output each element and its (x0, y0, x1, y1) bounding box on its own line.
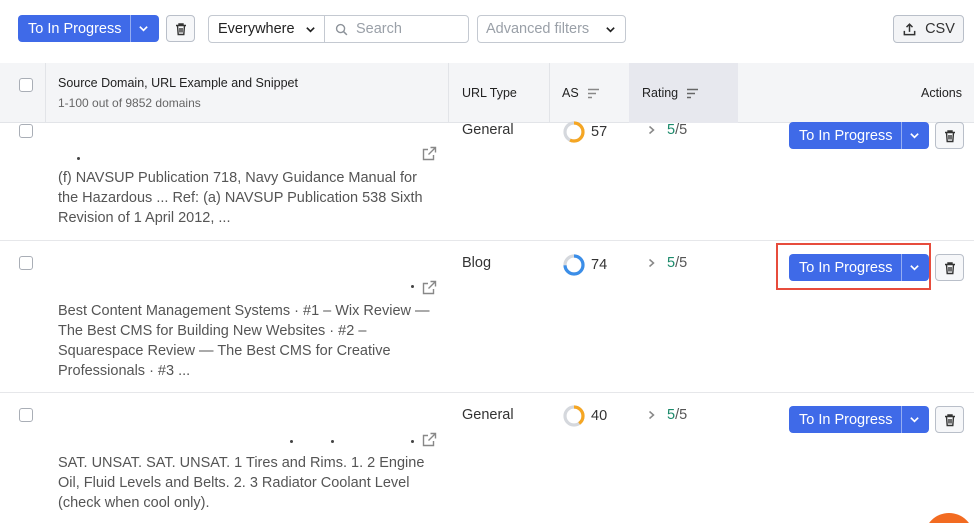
trash-icon (944, 413, 955, 426)
redacted-url (290, 440, 293, 443)
redacted-url (411, 285, 414, 288)
chevron-down-icon[interactable] (900, 122, 928, 149)
external-link-icon[interactable] (422, 432, 437, 447)
url-type: General (462, 122, 514, 138)
as-score: 57 (562, 120, 607, 144)
row-status-label[interactable]: To In Progress (789, 122, 901, 149)
actions-column-title: Actions (921, 86, 962, 100)
row-status-button[interactable]: To In Progress (789, 406, 929, 433)
sort-icon[interactable] (686, 88, 699, 99)
column-divider (45, 63, 46, 123)
row-checkbox[interactable] (19, 256, 33, 270)
trash-icon (944, 261, 955, 274)
upload-icon (903, 22, 916, 35)
chat-widget-button[interactable] (924, 513, 974, 523)
redacted-url (331, 440, 334, 443)
redacted-url (411, 440, 414, 443)
rating[interactable]: 5/5 (647, 122, 687, 138)
rating-value: 5 (667, 122, 676, 138)
rating-total: /5 (675, 407, 688, 423)
row-status-button[interactable]: To In Progress (789, 122, 929, 149)
actions-column-header: Actions (921, 63, 962, 123)
row-snippet: Best Content Management Systems · #1 – W… (58, 303, 430, 379)
export-csv-button[interactable]: CSV (893, 15, 964, 43)
source-column-header: Source Domain, URL Example and Snippet 1… (58, 63, 298, 123)
row-status-label[interactable]: To In Progress (789, 406, 901, 433)
chevron-right-icon[interactable] (647, 410, 656, 420)
row-delete-button[interactable] (935, 254, 964, 281)
scope-select[interactable]: Everywhere (208, 15, 325, 43)
export-csv-label: CSV (925, 21, 955, 37)
rating-column-header[interactable]: Rating (642, 63, 699, 123)
bulk-status-label[interactable]: To In Progress (18, 15, 130, 42)
column-divider (448, 63, 449, 123)
as-score: 74 (562, 253, 607, 277)
as-score: 40 (562, 404, 607, 428)
table-header: Source Domain, URL Example and Snippet 1… (0, 63, 974, 123)
advanced-filters-select[interactable]: Advanced filters (477, 15, 626, 43)
rating[interactable]: 5/5 (647, 255, 687, 271)
chevron-down-icon[interactable] (900, 406, 928, 433)
trash-icon (175, 22, 186, 35)
url-type-column-title: URL Type (462, 86, 517, 100)
row-delete-button[interactable] (935, 122, 964, 149)
external-link-icon[interactable] (422, 146, 437, 161)
as-score-ring-icon (563, 254, 585, 276)
as-column-header[interactable]: AS (562, 63, 600, 123)
rating-value: 5 (667, 255, 676, 271)
select-all-checkbox[interactable] (19, 78, 33, 92)
rating[interactable]: 5/5 (647, 407, 687, 423)
row-checkbox[interactable] (19, 408, 33, 422)
row-checkbox[interactable] (19, 124, 33, 138)
row-snippet: (f) NAVSUP Publication 718, Navy Guidanc… (58, 170, 423, 226)
rating-total: /5 (675, 122, 688, 138)
chevron-down-icon (606, 27, 615, 33)
redacted-url (77, 157, 80, 160)
rating-value: 5 (667, 407, 676, 423)
column-divider (549, 63, 550, 123)
highlight-box (776, 243, 931, 290)
chevron-down-icon[interactable] (129, 15, 157, 42)
trash-icon (944, 129, 955, 142)
search-field[interactable] (324, 15, 469, 43)
as-score-ring-icon (563, 121, 585, 143)
as-score-ring-icon (563, 405, 585, 427)
advanced-filters-label: Advanced filters (486, 21, 590, 37)
as-score-value: 40 (591, 408, 608, 424)
as-score-value: 57 (591, 124, 608, 140)
row-snippet: SAT. UNSAT. SAT. UNSAT. 1 Tires and Rims… (58, 455, 425, 511)
domain-count: 1-100 out of 9852 domains (58, 96, 201, 110)
search-input[interactable] (356, 21, 466, 37)
as-score-value: 74 (591, 257, 608, 273)
url-type: Blog (462, 255, 492, 271)
bulk-status-button[interactable]: To In Progress (18, 15, 159, 42)
chevron-right-icon[interactable] (647, 125, 656, 135)
external-link-icon[interactable] (422, 280, 437, 295)
search-icon (335, 23, 348, 35)
bulk-delete-button[interactable] (166, 15, 195, 42)
source-column-title: Source Domain, URL Example and Snippet (58, 76, 298, 90)
row-divider (0, 240, 974, 241)
url-type-column-header: URL Type (462, 63, 517, 123)
row-delete-button[interactable] (935, 406, 964, 433)
chevron-right-icon[interactable] (647, 258, 656, 268)
chevron-down-icon (306, 27, 315, 33)
url-type: General (462, 407, 514, 423)
scope-select-value: Everywhere (218, 21, 295, 37)
rating-column-title: Rating (642, 86, 679, 100)
as-column-title: AS (562, 86, 579, 100)
toolbar: To In Progress Everywhere Advanced filte… (0, 0, 974, 60)
sort-icon[interactable] (587, 88, 600, 99)
rating-total: /5 (675, 255, 688, 271)
row-divider (0, 392, 974, 393)
